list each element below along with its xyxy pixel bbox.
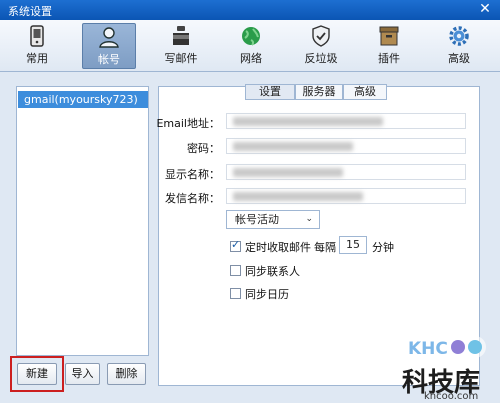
watermark-url: khcoo.com [424,391,479,402]
sender-name-field[interactable] [226,188,466,204]
toolbar-item-label: 插件 [378,52,400,65]
shield-icon [312,25,330,47]
box-icon [379,26,399,46]
auto-fetch-checkbox[interactable] [230,238,241,252]
toolbar-item-compose[interactable]: 写邮件 [154,23,208,69]
toolbar-item-antispam[interactable]: 反垃圾 [294,23,348,69]
user-icon [99,27,119,48]
toolbar-item-label: 反垃圾 [304,52,338,65]
toolbar-item-label: 常用 [26,52,48,65]
toolbar-item-label: 高级 [448,52,470,65]
sync-calendar-checkbox[interactable] [230,288,241,299]
display-name-field[interactable] [226,164,466,180]
interval-prefix-label: 每隔 [314,241,336,254]
toolbar-item-label: 写邮件 [164,52,198,65]
toolbar-item-advanced[interactable]: 高级 [432,23,486,69]
auto-fetch-label: 定时收取邮件 [245,241,311,254]
svg-text:KHC: KHC [408,339,448,359]
toolbar-item-common[interactable]: 常用 [10,23,64,69]
sync-contacts-checkbox[interactable] [230,265,241,276]
account-list-item[interactable]: gmail(myoursky723) [18,91,148,108]
globe-icon [242,27,260,46]
ink-bottle-icon [173,26,189,45]
chevron-down-icon: ⌄ [305,214,313,224]
display-name-label: 显示名称： [165,168,220,181]
new-account-button[interactable]: 新建 [17,363,57,385]
account-list: gmail(myoursky723) [16,86,149,356]
import-button[interactable]: 导入 [65,363,100,385]
settings-window: 系统设置 ✕ 常用 帐号 写邮件 网络 反垃圾 插件 高级 gmail(myou… [0,0,500,403]
sync-contacts-label: 同步联系人 [245,265,300,278]
password-label: 密码： [187,142,220,155]
toolbar-item-account[interactable]: 帐号 [82,23,136,69]
sender-name-label: 发信名称： [165,192,220,205]
toolbar-item-network[interactable]: 网络 [224,23,278,69]
toolbar-item-label: 帐号 [98,53,120,66]
sync-calendar-label: 同步日历 [245,288,289,301]
delete-button[interactable]: 删除 [107,363,146,385]
title-bar: 系统设置 ✕ [0,0,500,20]
toolbar: 常用 帐号 写邮件 网络 反垃圾 插件 高级 [0,20,500,72]
account-activity-value: 帐号活动 [235,213,279,226]
tab-server[interactable]: 服务器 [295,84,343,100]
email-label: Email地址： [156,117,220,130]
interval-input[interactable]: 15 [339,236,367,254]
interval-unit-label: 分钟 [372,241,394,254]
window-title: 系统设置 [8,5,52,18]
account-activity-select[interactable]: 帐号活动 ⌄ [226,210,320,229]
email-field[interactable] [226,113,466,129]
watermark-logo: KHC [402,336,486,359]
tab-advanced[interactable]: 高级 [343,84,387,100]
password-field[interactable] [226,138,466,154]
tab-settings[interactable]: 设置 [245,84,295,100]
toolbar-item-plugins[interactable]: 插件 [362,23,416,69]
toolbar-item-label: 网络 [240,52,262,65]
phone-icon [30,25,44,47]
close-icon[interactable]: ✕ [476,1,494,18]
gear-icon [449,26,469,46]
